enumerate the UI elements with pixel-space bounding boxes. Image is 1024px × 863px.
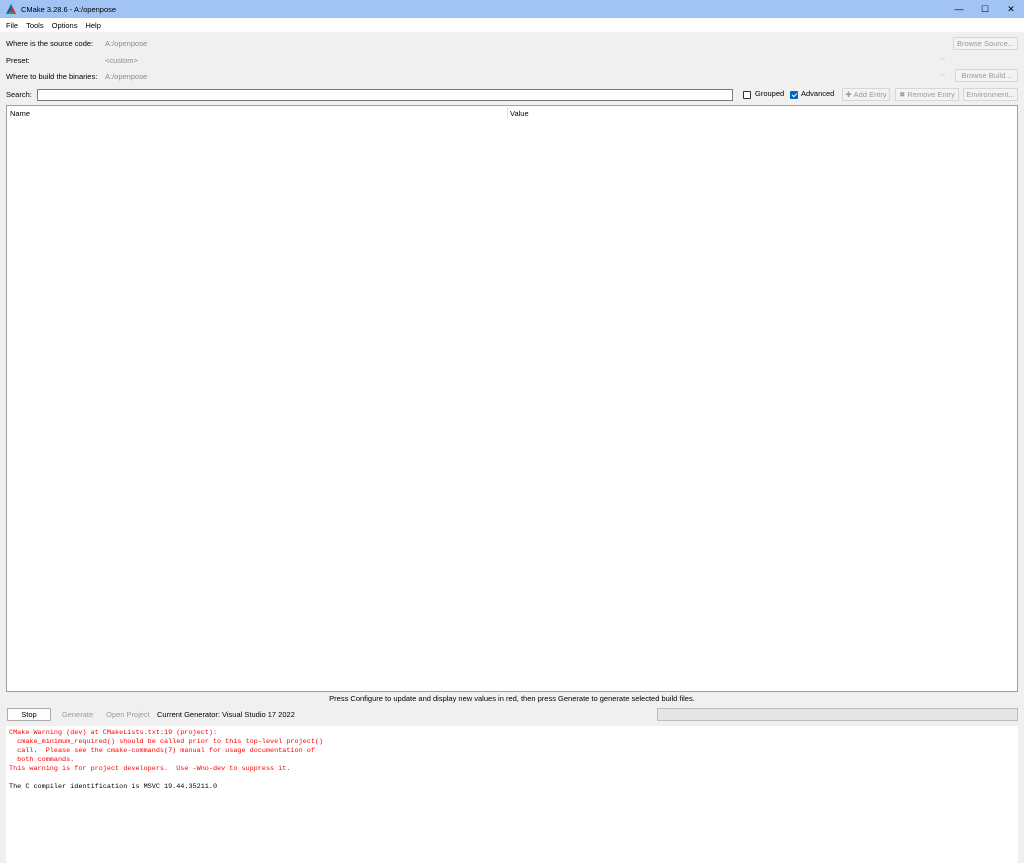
build-value: A:/openpose bbox=[105, 71, 148, 81]
build-row: Where to build the binaries: A:/openpose… bbox=[0, 69, 1024, 83]
source-row: Where is the source code: A:/openpose Br… bbox=[0, 36, 1024, 50]
remove-entry-label: Remove Entry bbox=[907, 90, 955, 99]
close-button[interactable]: ✕ bbox=[998, 0, 1024, 18]
build-label: Where to build the binaries: bbox=[6, 71, 98, 81]
plus-icon: ✚ bbox=[845, 90, 852, 99]
preset-combo[interactable]: <custom> ⌵ bbox=[102, 54, 949, 66]
column-divider bbox=[507, 107, 508, 119]
open-project-button[interactable]: Open Project bbox=[104, 708, 152, 721]
add-entry-label: Add Entry bbox=[853, 90, 887, 99]
output-log[interactable]: CMake Warning (dev) at CMakeLists.txt:19… bbox=[6, 726, 1018, 863]
maximize-button[interactable]: ☐ bbox=[972, 0, 998, 18]
chevron-down-icon: ⌵ bbox=[939, 71, 945, 78]
browse-build-button[interactable]: Browse Build... bbox=[955, 69, 1018, 82]
info-line: The C compiler identification is MSVC 19… bbox=[9, 783, 218, 791]
add-entry-button[interactable]: ✚ Add Entry bbox=[842, 88, 890, 101]
progress-bar bbox=[657, 708, 1018, 721]
remove-entry-button[interactable]: ✖ Remove Entry bbox=[895, 88, 959, 101]
search-input[interactable] bbox=[37, 89, 733, 101]
menu-tools[interactable]: Tools bbox=[23, 21, 47, 30]
hint-text: Press Configure to update and display ne… bbox=[329, 694, 695, 703]
build-combo[interactable]: A:/openpose ⌵ bbox=[102, 70, 949, 82]
menu-help[interactable]: Help bbox=[82, 21, 103, 30]
cmake-logo-icon bbox=[6, 4, 16, 14]
grouped-label: Grouped bbox=[755, 89, 785, 98]
source-field[interactable]: A:/openpose bbox=[102, 37, 949, 49]
preset-row: Preset: <custom> ⌵ bbox=[0, 53, 1024, 67]
warning-line: CMake Warning (dev) at CMakeLists.txt:19… bbox=[9, 729, 218, 737]
preset-value: <custom> bbox=[105, 55, 138, 65]
menu-options[interactable]: Options bbox=[49, 21, 81, 30]
warning-line: This warning is for project developers. … bbox=[9, 765, 291, 773]
warning-line: both commands. bbox=[9, 756, 75, 764]
generate-button[interactable]: Generate bbox=[55, 708, 100, 721]
menu-bar: File Tools Options Help bbox=[0, 18, 1024, 32]
column-header-name[interactable]: Name bbox=[10, 109, 30, 118]
warning-line: call. Please see the cmake-commands(7) m… bbox=[9, 747, 315, 755]
window-title: CMake 3.28.6 - A:/openpose bbox=[21, 4, 117, 14]
source-label: Where is the source code: bbox=[6, 38, 94, 48]
stop-button[interactable]: Stop bbox=[7, 708, 51, 721]
grouped-checkbox[interactable] bbox=[743, 91, 751, 99]
current-generator: Current Generator: Visual Studio 17 2022 bbox=[157, 710, 295, 719]
preset-label: Preset: bbox=[6, 55, 30, 65]
warning-line: cmake_minimum_required() should be calle… bbox=[9, 738, 324, 746]
search-label: Search: bbox=[6, 90, 32, 99]
title-bar: CMake 3.28.6 - A:/openpose — ☐ ✕ bbox=[0, 0, 1024, 18]
chevron-down-icon: ⌵ bbox=[939, 55, 945, 62]
minimize-button[interactable]: — bbox=[946, 0, 972, 18]
remove-icon: ✖ bbox=[899, 90, 906, 99]
window-controls: — ☐ ✕ bbox=[946, 0, 1024, 18]
advanced-label: Advanced bbox=[801, 89, 835, 98]
browse-source-button[interactable]: Browse Source... bbox=[953, 37, 1018, 50]
menu-file[interactable]: File bbox=[3, 21, 21, 30]
cache-table[interactable]: Name Value bbox=[6, 105, 1018, 692]
column-header-value[interactable]: Value bbox=[510, 109, 529, 118]
advanced-checkbox[interactable] bbox=[790, 91, 798, 99]
environment-button[interactable]: Environment... bbox=[963, 88, 1018, 101]
